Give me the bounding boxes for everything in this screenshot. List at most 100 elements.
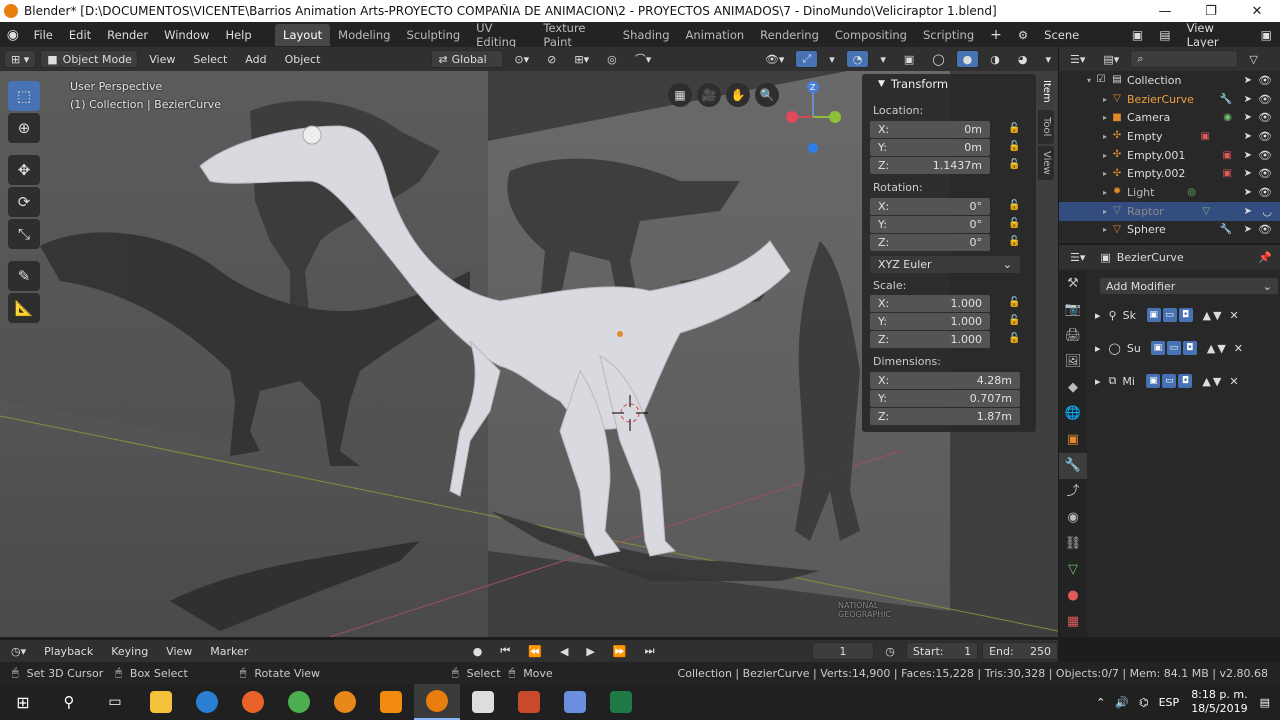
select-arrow-icon[interactable]: ➤ (1244, 150, 1252, 161)
tab-item[interactable]: Item (1038, 74, 1054, 108)
photos-icon[interactable] (460, 684, 506, 720)
rotation-mode-select[interactable]: XYZ Euler ⌄ (870, 256, 1020, 273)
editmode-toggle-icon[interactable]: ▣ (1150, 341, 1165, 355)
overlay-toggle-icon[interactable]: ◔ (845, 50, 870, 68)
curve-data-icon[interactable]: ▽ (1059, 557, 1087, 583)
rotation-z-field[interactable]: Z: 0° (870, 234, 990, 251)
render-icon[interactable]: 📷 (1059, 297, 1087, 323)
particles-icon[interactable]: ⤴ (1059, 479, 1087, 505)
file-explorer-icon[interactable] (138, 684, 184, 720)
expand-arrow-icon[interactable]: ▸ (1095, 342, 1101, 355)
expand-arrow-icon[interactable]: ▸ (1095, 309, 1101, 322)
cursor-tool-icon[interactable]: ⊕ (8, 113, 40, 143)
tool-settings-icon[interactable]: ⚒ (1059, 271, 1087, 297)
dimension-x-field[interactable]: X: 4.28m (870, 372, 1020, 389)
eye-icon[interactable]: 👁 (1258, 93, 1272, 106)
next-keyframe-icon[interactable]: ⏩ (606, 642, 634, 660)
scene-copy-icon[interactable]: ▣ (1124, 28, 1151, 42)
viewport-toggle-icon[interactable]: ▭ (1162, 308, 1177, 322)
expand-arrow-icon[interactable]: ▸ (1103, 113, 1107, 122)
lock-icon[interactable]: 🔓 (1008, 141, 1020, 153)
firefox-icon[interactable] (230, 684, 276, 720)
network-icon[interactable]: ⌬ (1139, 696, 1149, 709)
menu-timeline-view[interactable]: View (159, 642, 199, 660)
gem-app-icon[interactable] (552, 684, 598, 720)
expand-arrow-icon[interactable]: ▸ (1103, 207, 1107, 216)
timeline-editor-type-icon[interactable]: ◷▾ (4, 642, 33, 660)
checkbox-icon[interactable]: ☑ (1095, 74, 1107, 86)
select-arrow-icon[interactable]: ➤ (1244, 75, 1252, 86)
lock-icon[interactable]: 🔓 (1008, 218, 1020, 230)
output-icon[interactable]: 🖨 (1059, 323, 1087, 349)
select-arrow-icon[interactable]: ➤ (1244, 112, 1252, 123)
menu-keying[interactable]: Keying (104, 642, 155, 660)
expand-arrow-icon[interactable]: ▸ (1095, 375, 1101, 388)
outliner-search-input[interactable]: ⌕ (1130, 50, 1239, 68)
expand-arrow-icon[interactable]: ▸ (1103, 151, 1107, 160)
eye-icon[interactable]: 👁 (1258, 167, 1272, 180)
xray-icon[interactable]: ▣ (897, 50, 921, 68)
view-layer-icon[interactable]: ▤ (1151, 28, 1178, 42)
move-up-icon[interactable]: ▲ (1207, 342, 1215, 355)
expand-arrow-icon[interactable]: ▸ (1103, 225, 1107, 234)
menu-window[interactable]: Window (156, 28, 217, 42)
end-frame-field[interactable]: End: 250 (982, 642, 1058, 660)
grid-view-icon[interactable]: ▦ (668, 83, 692, 107)
preview-range-icon[interactable]: ◷ (878, 642, 902, 660)
overlay-dropdown-icon[interactable]: ▾ (873, 50, 893, 68)
expand-arrow-icon[interactable]: ▾ (1087, 76, 1091, 85)
outliner-item-collection[interactable]: ▾ ☑ ▤ Collection ➤ 👁 (1059, 71, 1280, 90)
outliner-item-beziercurve[interactable]: ▸ ▽ BezierCurve 🔧 ➤ 👁 (1059, 90, 1280, 109)
view-layer-icon[interactable]: 🖼 (1059, 349, 1087, 375)
eye-icon[interactable]: 👁 (1258, 223, 1272, 236)
view-layer-copy-icon[interactable]: ▣ (1253, 28, 1280, 42)
tab-sculpting[interactable]: Sculpting (398, 24, 468, 46)
select-arrow-icon[interactable]: ➤ (1244, 168, 1252, 179)
minimize-button[interactable]: — (1142, 4, 1188, 19)
filter-icon[interactable]: ▽ (1242, 50, 1264, 68)
render-toggle-icon[interactable]: ◘ (1182, 341, 1197, 355)
visibility-icon[interactable]: 👁▾ (758, 50, 792, 68)
scale-tool-icon[interactable]: ⤡ (8, 219, 40, 249)
menu-marker[interactable]: Marker (203, 642, 255, 660)
outliner-item-light[interactable]: ▸ ✹ Light ◎ ➤ 👁 (1059, 183, 1280, 202)
solid-shading-icon[interactable]: ● (955, 50, 980, 68)
orientation-selector[interactable]: ⇄ Global (431, 50, 504, 68)
material-icon[interactable]: ● (1059, 583, 1087, 609)
tab-compositing[interactable]: Compositing (827, 24, 915, 46)
wireframe-shading-icon[interactable]: ◯ (925, 50, 951, 68)
move-up-icon[interactable]: ▲ (1202, 375, 1210, 388)
select-box-tool-icon[interactable]: ⬚ (8, 81, 40, 111)
edge-browser-icon[interactable] (184, 684, 230, 720)
modifier-row[interactable]: ▸ ⚲ Sk ▣ ▭ ◘ ▲ ▼ ✕ (1095, 304, 1275, 326)
expand-arrow-icon[interactable]: ▸ (1103, 95, 1107, 104)
outliner-item-empty[interactable]: ▸ ✣ Empty ▣ ➤ 👁 (1059, 127, 1280, 146)
measure-tool-icon[interactable]: 📐 (8, 293, 40, 323)
location-x-field[interactable]: X: 0m (870, 121, 990, 138)
location-y-field[interactable]: Y: 0m (870, 139, 990, 156)
menu-playback[interactable]: Playback (37, 642, 100, 660)
lock-icon[interactable]: 🔓 (1008, 159, 1020, 171)
tab-view[interactable]: View (1038, 146, 1054, 180)
tab-rendering[interactable]: Rendering (752, 24, 827, 46)
outliner-item-empty-002[interactable]: ▸ ✣ Empty.002 ▣ ➤ 👁 (1059, 164, 1280, 183)
menu-render[interactable]: Render (99, 28, 156, 42)
move-down-icon[interactable]: ▼ (1213, 375, 1221, 388)
mode-selector[interactable]: ■ Object Mode (40, 50, 139, 68)
modifier-wrench-icon[interactable]: 🔧 (1059, 453, 1087, 479)
menu-help[interactable]: Help (217, 28, 259, 42)
scale-z-field[interactable]: Z: 1.000 (870, 331, 990, 348)
chrome-icon[interactable] (276, 684, 322, 720)
expand-arrow-icon[interactable]: ▸ (1103, 188, 1107, 197)
editmode-toggle-icon[interactable]: ▣ (1146, 374, 1161, 388)
location-z-field[interactable]: Z: 1.1437m (870, 157, 990, 174)
gizmo-dropdown-icon[interactable]: ▾ (822, 50, 842, 68)
vlc-icon[interactable] (368, 684, 414, 720)
snap-target-icon[interactable]: ⊞▾ (567, 50, 596, 68)
rotation-y-field[interactable]: Y: 0° (870, 216, 990, 233)
pivot-icon[interactable]: ⊙▾ (507, 50, 536, 68)
current-frame-field[interactable]: 1 (811, 642, 875, 660)
volume-icon[interactable]: 🔊 (1115, 696, 1129, 709)
windows-start-icon[interactable]: ⊞ (0, 684, 46, 720)
modifier-row[interactable]: ▸ ⧉ Mi ▣ ▭ ◘ ▲ ▼ ✕ (1095, 370, 1275, 392)
